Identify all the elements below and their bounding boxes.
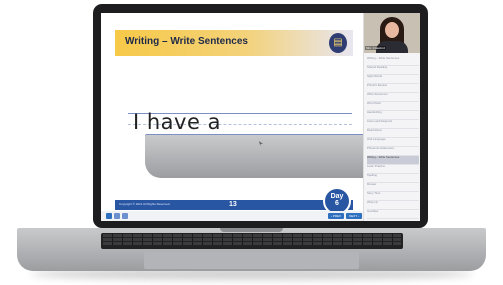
- slide-list: Writing – Write Sentences Shared Reading S…: [367, 57, 419, 219]
- key-row: [103, 242, 401, 245]
- presenter-video: Mrs. Crawford: [364, 13, 420, 53]
- side-panel: Mrs. Crawford Writing – Write Sentences S…: [363, 13, 420, 221]
- slide-list-item[interactable]: Review: [367, 183, 419, 192]
- key-row: [103, 238, 401, 241]
- laptop-lid: Writing – Write Sentences ▤ I have a Cop…: [93, 4, 428, 228]
- slide-title: Writing – Write Sentences: [125, 36, 248, 47]
- slide-list-item[interactable]: Spelling: [367, 174, 419, 183]
- slide-list-item[interactable]: Handwriting: [367, 111, 419, 120]
- slide-list-item[interactable]: Phonics Review: [367, 84, 419, 93]
- day-number: 6: [335, 200, 339, 207]
- slide-list-item[interactable]: Writing – Write Sentences: [367, 156, 419, 165]
- slide-list-item[interactable]: Wrap Up: [367, 201, 419, 210]
- presentation-toolbar: ‹ PREV NEXT ›: [101, 211, 363, 221]
- slide-list-item[interactable]: Goodbye: [367, 210, 419, 219]
- slide-list-item[interactable]: Writing – Write Sentences: [367, 57, 419, 66]
- pen-tool-button[interactable]: [114, 213, 120, 219]
- laptop-hinge: [220, 228, 283, 232]
- notebook-icon: ▤: [329, 33, 347, 53]
- slide-list-item[interactable]: Phonemic Awareness: [367, 147, 419, 156]
- slide-list-item[interactable]: Write Sentences: [367, 93, 419, 102]
- day-label: Day: [330, 193, 344, 200]
- trackpad: [144, 252, 359, 269]
- slide-list-item[interactable]: Letter Practice: [367, 165, 419, 174]
- handwriting-text: I have a: [133, 110, 221, 134]
- slide-list-item[interactable]: Read Aloud: [367, 129, 419, 138]
- keyboard: [101, 233, 403, 249]
- copyright-text: Copyright © 2021 All Rights Reserved.: [119, 202, 171, 206]
- presenter-name: Mrs. Crawford: [365, 46, 386, 50]
- slide-list-item[interactable]: Oral Language: [367, 138, 419, 147]
- slide-list-item[interactable]: Listen and Respond: [367, 120, 419, 129]
- key-row: [103, 234, 401, 237]
- presenter-face: [385, 22, 399, 38]
- slide-list-item[interactable]: Shared Reading: [367, 66, 419, 75]
- menu-button[interactable]: [106, 213, 112, 219]
- fullscreen-button[interactable]: [122, 213, 128, 219]
- slide-header: Writing – Write Sentences ▤: [115, 30, 353, 56]
- slide-footer: Copyright © 2021 All Rights Reserved. 13: [115, 200, 353, 210]
- laptop-screen: Writing – Write Sentences ▤ I have a Cop…: [101, 13, 420, 221]
- prev-button[interactable]: ‹ PREV: [328, 213, 344, 219]
- handwriting-lines[interactable]: I have a: [128, 110, 420, 178]
- laptop-base: [17, 228, 486, 271]
- slide-list-item[interactable]: Story Time: [367, 192, 419, 201]
- lesson-slide: Writing – Write Sentences ▤ I have a Cop…: [101, 13, 420, 215]
- slide-list-item[interactable]: Word Work: [367, 102, 419, 111]
- slide-list-item[interactable]: Sight Words: [367, 75, 419, 84]
- page-number: 13: [229, 201, 237, 208]
- next-button[interactable]: NEXT ›: [346, 213, 362, 219]
